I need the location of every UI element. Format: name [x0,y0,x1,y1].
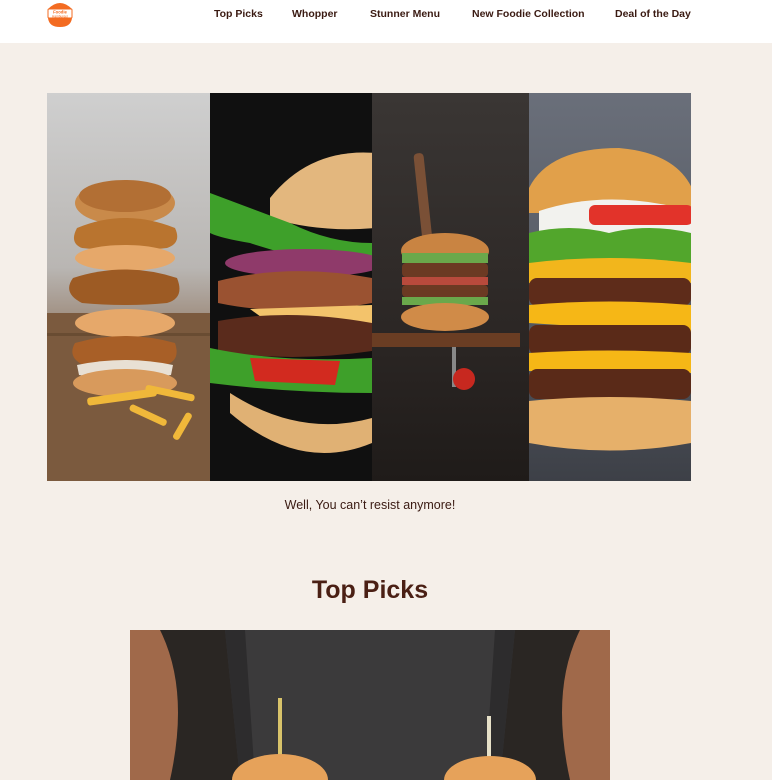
nav-deal-of-the-day[interactable]: Deal of the Day [615,8,691,20]
stacked-burger-image [47,93,210,481]
foodie-hamburger-logo[interactable]: Foodie Hamburger [47,0,73,27]
hero-caption: Well, You can’t resist anymore! [284,498,456,512]
nav-top-picks[interactable]: Top Picks [214,8,263,20]
top-picks-feature-image [130,630,610,780]
nav-stunner-menu[interactable]: Stunner Menu [370,8,440,20]
hero-burger-collage [47,93,691,481]
nav-whopper[interactable]: Whopper [292,8,338,20]
nav-new-foodie-collection[interactable]: New Foodie Collection [472,8,585,20]
double-cheeseburger-image [529,93,691,481]
top-picks-heading: Top Picks [311,576,429,604]
svg-text:Hamburger: Hamburger [52,14,69,18]
top-navbar: Foodie Hamburger Top Picks Whopper Stunn… [0,0,772,43]
floating-burger-image [210,93,372,481]
skewered-burger-image [372,93,529,481]
